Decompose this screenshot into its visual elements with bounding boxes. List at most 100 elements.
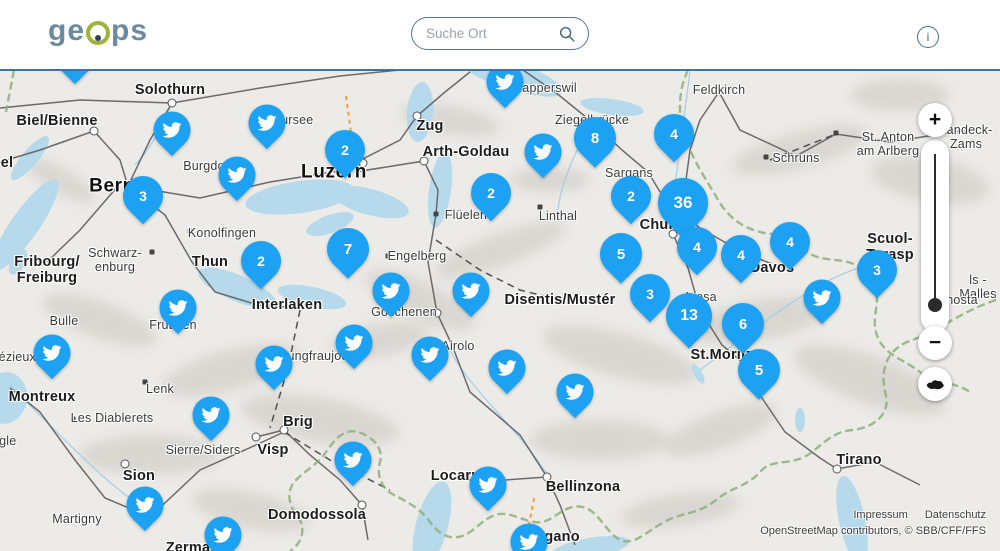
cluster-count: 2	[241, 241, 281, 281]
twitter-marker-pin[interactable]	[248, 338, 300, 390]
cluster-count: 3	[123, 176, 163, 216]
twitter-marker-pin[interactable]	[445, 265, 497, 317]
map-label-montreux: Montreux	[9, 389, 76, 405]
twitter-marker-pin[interactable]	[241, 97, 293, 149]
map-label-thun: Thun	[192, 254, 228, 270]
cluster-count: 13	[666, 293, 712, 339]
twitter-marker-pin[interactable]	[119, 479, 171, 531]
cluster-marker-pin[interactable]: 13	[656, 283, 721, 348]
twitter-icon	[169, 299, 188, 318]
twitter-marker-pin[interactable]	[462, 459, 514, 511]
map-label-konolfingen: Konolfingen	[188, 226, 256, 240]
map-label-biel-bienne: Biel/Bienne	[16, 113, 97, 129]
cluster-marker-pin[interactable]: 2	[463, 165, 520, 222]
cluster-marker-pin[interactable]: 4	[713, 227, 770, 284]
map-label-linthal: Linthal	[539, 209, 577, 223]
geops-logo[interactable]: ge ps	[48, 16, 148, 46]
twitter-marker-pin[interactable]	[146, 104, 198, 156]
cluster-marker-pin[interactable]: 7	[318, 219, 377, 278]
twitter-icon	[228, 166, 247, 185]
logo-text-ps: ps	[111, 16, 148, 46]
twitter-marker-pin[interactable]	[365, 265, 417, 317]
map-label-palézieux: Palézieux	[0, 350, 36, 364]
twitter-marker-pin[interactable]	[404, 329, 456, 381]
map-label-visp: Visp	[257, 442, 288, 458]
cluster-count: 8	[574, 117, 616, 159]
map-label-fribourg-freiburg: Fribourg/ Freiburg	[14, 254, 79, 286]
map-label-interlaken: Interlaken	[252, 297, 323, 313]
cluster-count: 2	[611, 176, 651, 216]
map-label-brig: Brig	[283, 414, 313, 430]
map-label-aigle: Aigle	[0, 434, 16, 448]
info-button[interactable]: i	[917, 26, 939, 48]
cluster-marker-pin[interactable]: 2	[317, 122, 374, 179]
cluster-count: 4	[770, 222, 810, 262]
twitter-marker-pin[interactable]	[185, 389, 237, 441]
cluster-marker-pin[interactable]: 3	[849, 242, 906, 299]
map-label-st-anton-am-arlberg: St. Anton am Arlberg	[857, 130, 919, 158]
twitter-marker-pin[interactable]	[481, 342, 533, 394]
station-ring	[168, 99, 177, 108]
zoom-slider[interactable]	[921, 140, 949, 332]
twitter-icon	[344, 451, 363, 470]
cluster-marker-pin[interactable]: 2	[233, 233, 290, 290]
impressum-link[interactable]: Impressum	[853, 509, 907, 521]
cluster-count: 2	[325, 130, 365, 170]
map-label-martigny: Martigny	[52, 512, 102, 526]
twitter-icon	[498, 359, 517, 378]
info-icon: i	[927, 30, 930, 44]
cluster-marker-pin[interactable]: 4	[646, 106, 703, 163]
twitter-icon	[496, 73, 515, 92]
zoom-slider-track[interactable]	[934, 154, 936, 306]
search-box[interactable]	[411, 17, 589, 50]
town-dot	[150, 250, 155, 255]
cluster-marker-pin[interactable]: 3	[115, 168, 172, 225]
cluster-marker-pin[interactable]: 5	[729, 340, 788, 399]
twitter-icon	[345, 334, 364, 353]
twitter-marker-pin[interactable]	[327, 434, 379, 486]
twitter-marker-pin[interactable]	[26, 327, 78, 379]
map-label-sion: Sion	[123, 468, 155, 484]
town-dot	[764, 155, 769, 160]
twitter-marker-pin[interactable]	[549, 366, 601, 418]
zoom-out-button[interactable]: −	[918, 326, 952, 360]
datenschutz-link[interactable]: Datenschutz	[925, 509, 986, 521]
switzerland-icon	[925, 378, 945, 391]
search-input[interactable]	[424, 25, 558, 42]
map-label-zug: Zug	[416, 118, 443, 134]
map-label-feldkirch: Feldkirch	[693, 83, 746, 97]
map-label-sierre-siders: Sierre/Siders	[166, 443, 241, 457]
logo-text-ge: ge	[48, 16, 85, 46]
twitter-icon	[534, 143, 553, 162]
town-dot	[434, 212, 439, 217]
minus-icon: −	[929, 331, 941, 355]
search-icon[interactable]	[558, 25, 576, 43]
plus-icon: +	[929, 108, 941, 132]
map-label-bulle: Bulle	[50, 314, 79, 328]
cluster-marker-pin[interactable]: 4	[762, 214, 819, 271]
map-label-les-diablerets: Les Diablerets	[71, 411, 154, 425]
cluster-marker-pin[interactable]: 8	[565, 108, 624, 167]
twitter-marker-pin[interactable]	[197, 509, 249, 551]
attribution-links: Impressum Datenschutz	[760, 507, 986, 523]
twitter-marker-pin[interactable]	[796, 272, 848, 324]
cluster-marker-pin[interactable]: 4	[669, 219, 726, 276]
twitter-marker-pin[interactable]	[328, 317, 380, 369]
zoom-slider-handle[interactable]	[928, 298, 942, 312]
zoom-in-button[interactable]: +	[918, 103, 952, 137]
map-label-tirano: Tirano	[836, 452, 881, 468]
twitter-marker-pin[interactable]	[152, 282, 204, 334]
town-dot	[834, 131, 839, 136]
map-label-nosta: nosta	[946, 293, 978, 307]
twitter-marker-pin[interactable]	[503, 516, 555, 551]
reset-extent-button[interactable]	[918, 367, 952, 401]
cluster-count: 36	[658, 178, 708, 228]
header-bar: ge ps i	[0, 0, 1000, 69]
twitter-marker-pin[interactable]	[211, 149, 263, 201]
cluster-marker-pin[interactable]: 2	[603, 168, 660, 225]
twitter-icon	[258, 114, 277, 133]
twitter-icon	[163, 121, 182, 140]
cluster-marker-pin[interactable]: 6	[713, 294, 772, 353]
twitter-marker-pin[interactable]	[517, 126, 569, 178]
twitter-icon	[479, 476, 498, 495]
